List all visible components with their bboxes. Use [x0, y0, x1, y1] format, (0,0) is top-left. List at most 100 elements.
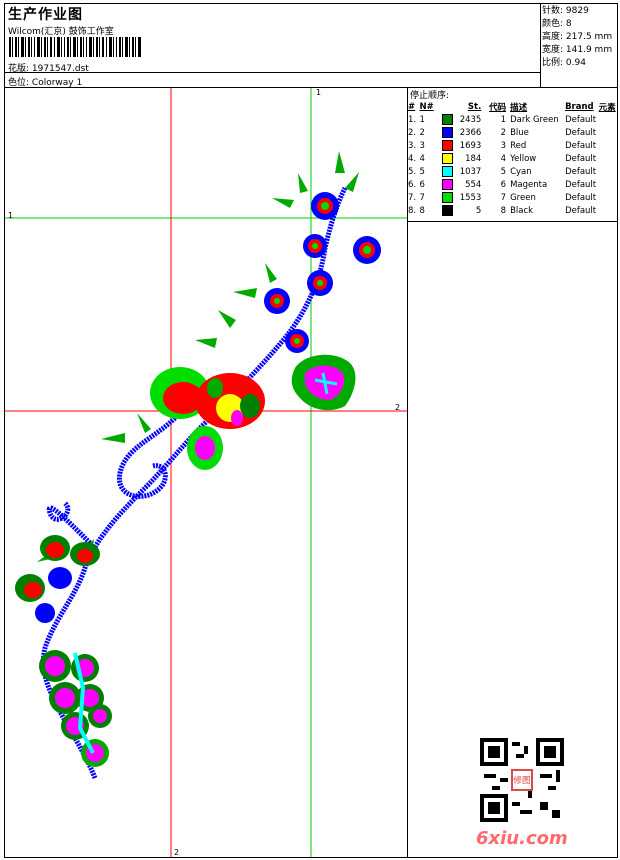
- table-row: 3. 3 1693 3 Red Default: [408, 139, 620, 152]
- row-needle: 6: [419, 179, 425, 190]
- color-swatch: [440, 165, 454, 178]
- star-flower-5: [264, 288, 290, 314]
- row-description: Black: [510, 205, 534, 216]
- swatch: [442, 192, 454, 203]
- red-berry-cluster: [15, 535, 100, 623]
- row-code: 7: [500, 192, 507, 203]
- row-description: Blue: [510, 127, 529, 138]
- swatch: [442, 153, 454, 164]
- row-index: 3.: [408, 140, 417, 151]
- color-sequence-table: # N# St. 代码 描述 Brand 元素 1. 1 2435 1 Dark Gre…: [408, 101, 620, 217]
- row-description: Magenta: [510, 179, 548, 190]
- row-element: [599, 178, 620, 191]
- star-flower-1: [311, 192, 339, 220]
- row-brand: Default: [565, 140, 597, 151]
- row-code: 6: [500, 179, 507, 190]
- guide-label-2-right: 2: [395, 403, 401, 412]
- row-index: 1.: [408, 114, 417, 125]
- row-element: [599, 152, 620, 165]
- table-row: 5. 5 1037 5 Cyan Default: [408, 165, 620, 178]
- row-code: 4: [500, 153, 507, 164]
- row-needle: 7: [419, 192, 425, 203]
- row-stitches: 554: [465, 179, 482, 190]
- table-row: 7. 7 1553 7 Green Default: [408, 191, 620, 204]
- row-element: [599, 126, 620, 139]
- swatch: [442, 140, 454, 151]
- row-index: 4.: [408, 153, 417, 164]
- row-element: [599, 139, 620, 152]
- swatch: [442, 179, 454, 190]
- stats-block: 针数: 9829 颜色: 8 高度: 217.5 mm 宽度: 141.9 mm…: [542, 5, 612, 70]
- color-swatch: [440, 178, 454, 191]
- row-needle: 4: [419, 153, 425, 164]
- row-element: [599, 113, 620, 126]
- row-stitches: 1553: [459, 192, 482, 203]
- row-index: 5.: [408, 166, 417, 177]
- row-code: 1: [500, 114, 507, 125]
- row-element: [599, 191, 620, 204]
- row-brand: Default: [565, 166, 597, 177]
- row-stitches: 1693: [459, 140, 482, 151]
- row-description: Green: [510, 192, 536, 203]
- color-count: 颜色: 8: [542, 19, 572, 29]
- row-code: 8: [500, 205, 507, 216]
- table-row: 1. 1 2435 1 Dark Green Default: [408, 113, 620, 126]
- guide-label-2-bottom: 2: [174, 848, 180, 857]
- qr-code-icon: 修图: [480, 738, 564, 822]
- swatch: [442, 114, 454, 125]
- color-swatch: [440, 139, 454, 152]
- design-width: 宽度: 141.9 mm: [542, 45, 613, 55]
- color-swatch: [440, 113, 454, 126]
- row-stitches: 1037: [459, 166, 482, 177]
- design-scale: 比例: 0.94: [542, 58, 586, 68]
- color-swatch: [440, 191, 454, 204]
- row-element: [599, 204, 620, 217]
- row-stitches: 2366: [459, 127, 482, 138]
- row-brand: Default: [565, 205, 597, 216]
- row-index: 6.: [408, 179, 417, 190]
- row-brand: Default: [565, 114, 597, 125]
- swatch: [442, 127, 454, 138]
- color-swatch: [440, 204, 454, 217]
- studio-name: Wilcom(汇京) 鼓饰工作室: [8, 27, 114, 37]
- guide-label-1-left: 1: [8, 211, 14, 220]
- star-flower-4: [307, 270, 333, 296]
- header-inner-divider: [4, 72, 540, 73]
- table-bottom-rule: [407, 221, 618, 222]
- color-swatch: [440, 152, 454, 165]
- table-row: 2. 2 2366 2 Blue Default: [408, 126, 620, 139]
- row-brand: Default: [565, 179, 597, 190]
- row-brand: Default: [565, 127, 597, 138]
- row-code: 5: [500, 166, 507, 177]
- row-index: 7.: [408, 192, 417, 203]
- row-index: 2.: [408, 127, 417, 138]
- row-description: Dark Green: [510, 114, 559, 125]
- row-stitches: 5: [475, 205, 482, 216]
- row-code: 2: [500, 127, 507, 138]
- row-needle: 2: [419, 127, 425, 138]
- star-flower-2: [353, 236, 381, 264]
- guide-label-1-top: 1: [316, 88, 322, 97]
- embroidery-design-canvas: [5, 88, 407, 857]
- stop-sequence-title: 停止顺序:: [410, 91, 450, 101]
- table-row: 8. 8 5 8 Black Default: [408, 204, 620, 217]
- row-index: 8.: [408, 205, 417, 216]
- row-element: [599, 165, 620, 178]
- row-stitches: 2435: [459, 114, 482, 125]
- row-needle: 8: [419, 205, 425, 216]
- star-flower-6: [285, 329, 309, 353]
- row-needle: 1: [419, 114, 425, 125]
- design-height: 高度: 217.5 mm: [542, 32, 613, 42]
- color-swatch: [440, 126, 454, 139]
- row-needle: 5: [419, 166, 425, 177]
- row-code: 3: [500, 140, 507, 151]
- central-flower: [150, 367, 265, 470]
- page-title: 生产作业图: [8, 7, 83, 23]
- table-row: 4. 4 184 4 Yellow Default: [408, 152, 620, 165]
- swatch: [442, 205, 454, 216]
- star-flower-3: [303, 234, 327, 258]
- seal-text: 修图: [513, 774, 531, 786]
- grape-cluster: [39, 650, 112, 767]
- brand-watermark: 6xiu.com: [476, 828, 568, 849]
- barcode-icon: [9, 37, 141, 57]
